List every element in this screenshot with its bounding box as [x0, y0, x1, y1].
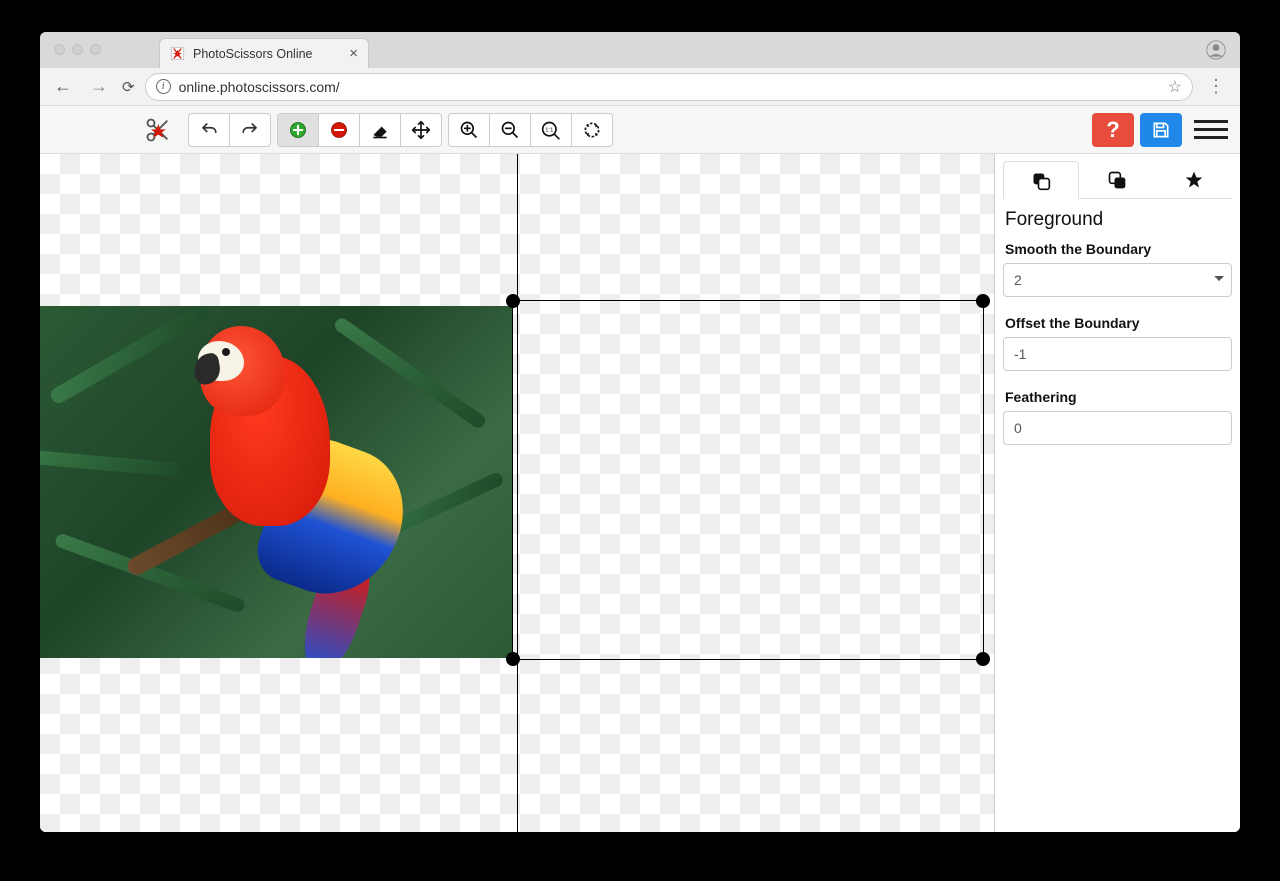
reload-button[interactable]: ⟳ [122, 78, 135, 96]
redo-icon [240, 121, 260, 139]
background-tab-icon [1107, 170, 1127, 190]
tab-title: PhotoScissors Online [193, 47, 313, 61]
offset-label: Offset the Boundary [1005, 315, 1230, 331]
plus-circle-icon [288, 120, 308, 140]
browser-tab[interactable]: PhotoScissors Online × [159, 38, 369, 68]
crop-handle-ne[interactable] [976, 294, 990, 308]
undo-icon [199, 121, 219, 139]
tab-effects[interactable] [1156, 160, 1232, 198]
zoom-out-button[interactable] [489, 113, 531, 147]
tab-background[interactable] [1079, 160, 1155, 198]
source-image [40, 306, 512, 658]
feather-input[interactable] [1003, 411, 1232, 445]
eraser-icon [370, 120, 390, 140]
browser-menu-icon[interactable]: ⋮ [1203, 76, 1230, 97]
foreground-tab-icon [1031, 171, 1051, 191]
side-panel: Foreground Smooth the Boundary 2 Offset … [994, 154, 1240, 832]
app-logo [52, 116, 182, 144]
offset-input[interactable] [1003, 337, 1232, 371]
url-field[interactable]: i online.photoscissors.com/ ☆ [145, 73, 1193, 101]
help-icon: ? [1106, 117, 1119, 143]
browser-tab-bar: PhotoScissors Online × [40, 32, 1240, 68]
zoom-in-icon [459, 120, 479, 140]
zoom-1to1-icon: 1:1 [540, 120, 562, 140]
app-toolbar: 1:1 ? [40, 106, 1240, 154]
back-button[interactable]: ← [50, 76, 76, 97]
zoom-in-button[interactable] [448, 113, 490, 147]
save-button[interactable] [1140, 113, 1182, 147]
maximize-window-icon[interactable] [90, 44, 101, 55]
favicon-icon [170, 46, 185, 61]
scissors-icon [144, 116, 172, 144]
side-tabs [1003, 160, 1232, 199]
smooth-label: Smooth the Boundary [1005, 241, 1230, 257]
undo-button[interactable] [188, 113, 230, 147]
foreground-marker-button[interactable] [277, 113, 319, 147]
star-icon [1184, 170, 1204, 190]
eraser-button[interactable] [359, 113, 401, 147]
help-button[interactable]: ? [1092, 113, 1134, 147]
svg-text:1:1: 1:1 [545, 127, 553, 133]
url-text: online.photoscissors.com/ [179, 79, 340, 95]
menu-icon [1194, 120, 1228, 123]
browser-url-bar: ← → ⟳ i online.photoscissors.com/ ☆ ⋮ [40, 68, 1240, 106]
save-icon [1151, 120, 1171, 140]
canvas-area[interactable] [40, 154, 994, 832]
zoom-actual-button[interactable]: 1:1 [530, 113, 572, 147]
pan-button[interactable] [400, 113, 442, 147]
site-info-icon[interactable]: i [156, 79, 171, 94]
zoom-out-icon [500, 120, 520, 140]
minimize-window-icon[interactable] [72, 44, 83, 55]
forward-button[interactable]: → [86, 76, 112, 97]
smooth-select[interactable]: 2 [1003, 263, 1232, 297]
crop-handle-se[interactable] [976, 652, 990, 666]
close-window-icon[interactable] [54, 44, 65, 55]
account-icon[interactable] [1206, 40, 1226, 60]
crop-handle-nw[interactable] [506, 294, 520, 308]
main-area: Foreground Smooth the Boundary 2 Offset … [40, 154, 1240, 832]
window-controls [48, 32, 111, 55]
redo-button[interactable] [229, 113, 271, 147]
feather-label: Feathering [1005, 389, 1230, 405]
tab-foreground[interactable] [1003, 161, 1079, 199]
background-marker-button[interactable] [318, 113, 360, 147]
panel-title: Foreground [1005, 209, 1230, 231]
zoom-fit-icon [582, 120, 602, 140]
close-tab-icon[interactable]: × [349, 45, 358, 62]
move-icon [411, 120, 431, 140]
bookmark-star-icon[interactable]: ☆ [1168, 77, 1182, 97]
menu-button[interactable] [1194, 120, 1228, 139]
crop-handle-sw[interactable] [506, 652, 520, 666]
minus-circle-icon [329, 120, 349, 140]
zoom-fit-button[interactable] [571, 113, 613, 147]
browser-window: PhotoScissors Online × ← → ⟳ i online.ph… [40, 32, 1240, 832]
crop-rectangle[interactable] [512, 300, 984, 660]
